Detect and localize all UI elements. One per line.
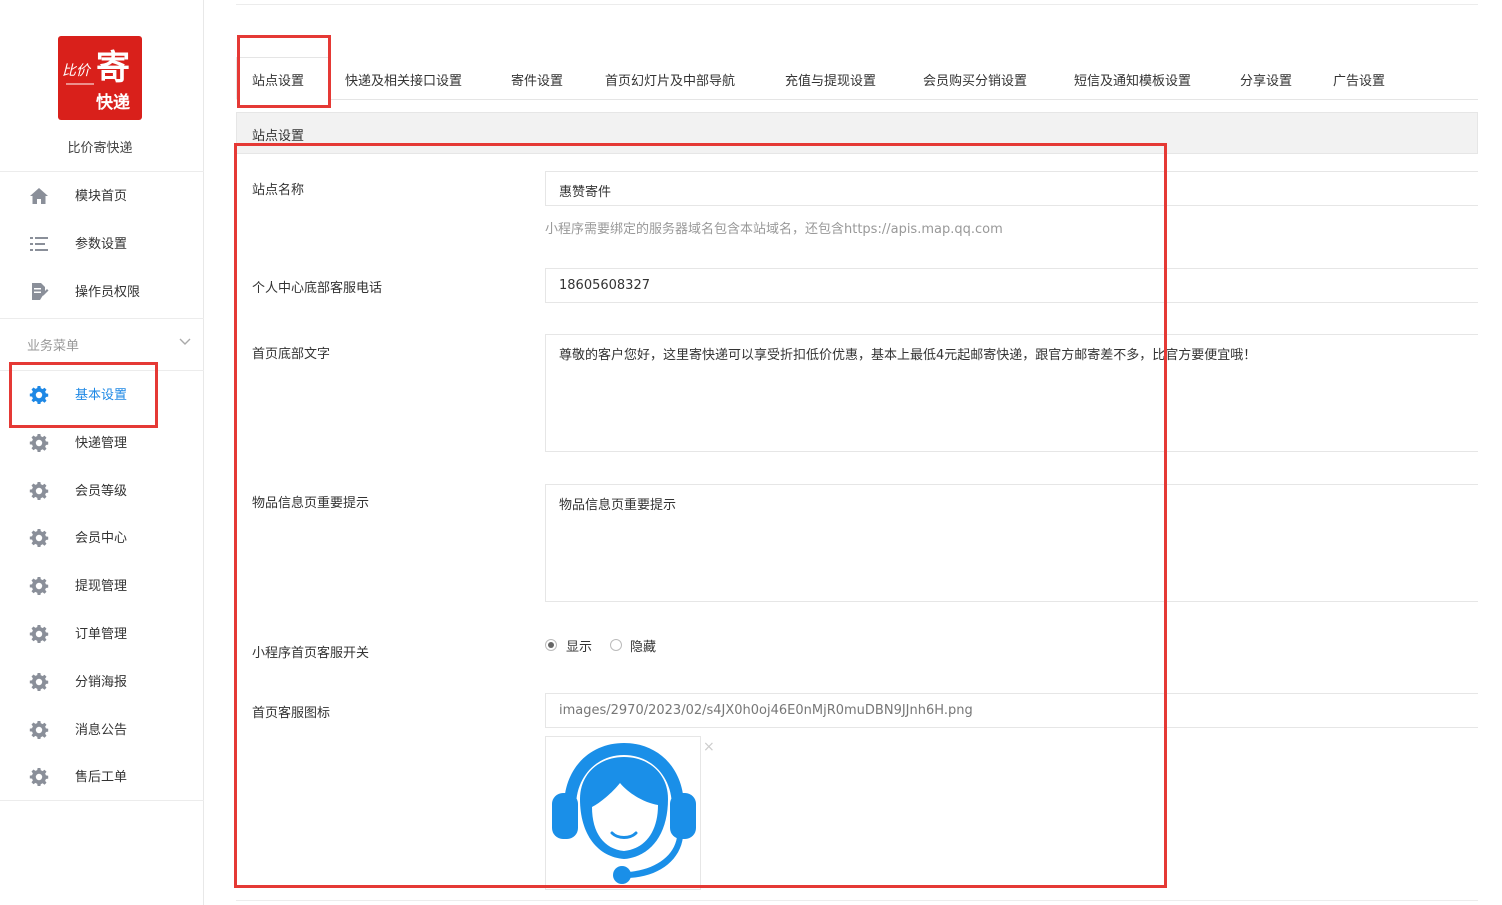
service-icon-preview[interactable]	[545, 736, 701, 890]
site-name-input[interactable]: 惠赞寄件	[545, 171, 1478, 206]
brand-name: 比价寄快递	[67, 141, 133, 156]
service-icon-label: 首页客服图标	[252, 706, 331, 721]
tab-send-settings[interactable]: 寄件设置	[511, 70, 563, 89]
sidebar-item-2[interactable]: 会员等级	[0, 467, 204, 513]
footer-text-label: 首页底部文字	[252, 347, 331, 362]
sidebar-item-operator-permissions[interactable]: 操作员权限	[0, 268, 204, 314]
panel-header: 站点设置	[236, 112, 1478, 154]
service-switch-label: 小程序首页客服开关	[252, 646, 370, 661]
tab-home-slides[interactable]: 首页幻灯片及中部导航	[605, 70, 735, 89]
radio-hide-label[interactable]: 隐藏	[630, 636, 656, 655]
chevron-down-icon[interactable]	[178, 335, 192, 349]
sidebar-item-4[interactable]: 提现管理	[0, 562, 204, 608]
sidebar-item-0[interactable]: 基本设置	[0, 371, 204, 417]
item-tip-label: 物品信息页重要提示	[252, 496, 370, 511]
footer-text-textarea[interactable]: 尊敬的客户您好，这里寄快递可以享受折扣低价优惠，基本上最低4元起邮寄快递，跟官方…	[545, 334, 1478, 452]
item-tip-textarea[interactable]: 物品信息页重要提示	[545, 484, 1478, 602]
tab-sms-templates[interactable]: 短信及通知模板设置	[1074, 70, 1191, 89]
gear-icon	[29, 529, 49, 547]
site-name-help: 小程序需要绑定的服务器域名包含本站域名，还包含https://apis.map.…	[545, 222, 1003, 237]
panel-title: 站点设置	[252, 129, 305, 144]
sidebar-item-params[interactable]: 参数设置	[0, 220, 204, 266]
tab-ad-settings[interactable]: 广告设置	[1333, 70, 1385, 89]
gear-icon	[29, 386, 49, 404]
service-phone-input[interactable]: 18605608327	[545, 268, 1478, 303]
remove-image-icon[interactable]: ×	[703, 739, 715, 755]
radio-hide[interactable]	[610, 639, 622, 651]
tab-share-settings[interactable]: 分享设置	[1240, 70, 1292, 89]
document-edit-icon	[32, 283, 49, 300]
gear-icon	[29, 768, 49, 786]
home-icon	[30, 188, 48, 204]
brand-logo[interactable]: 比价 寄 快递	[58, 36, 142, 120]
sidebar-item-8[interactable]: 售后工单	[0, 753, 204, 799]
sidebar-item-6[interactable]: 分销海报	[0, 658, 204, 704]
list-icon	[30, 237, 48, 251]
settings-tabs: 站点设置 快递及相关接口设置 寄件设置 首页幻灯片及中部导航 充值与提现设置 会…	[236, 57, 1478, 100]
tab-member-distribution[interactable]: 会员购买分销设置	[923, 70, 1027, 89]
brand-area: 比价 寄 快递 比价寄快递	[0, 0, 204, 172]
gear-icon	[29, 721, 49, 739]
service-icon-path-input[interactable]: images/2970/2023/02/s4JX0h0oj46E0nMjR0mu…	[545, 693, 1478, 728]
service-phone-label: 个人中心底部客服电话	[252, 281, 383, 296]
radio-show[interactable]	[545, 639, 557, 651]
gear-icon	[29, 673, 49, 691]
gear-icon	[29, 482, 49, 500]
customer-service-headset-icon	[552, 743, 696, 884]
tab-express-api[interactable]: 快递及相关接口设置	[345, 70, 462, 89]
tab-recharge-withdraw[interactable]: 充值与提现设置	[785, 70, 876, 89]
sidebar-item-3[interactable]: 会员中心	[0, 514, 204, 560]
sidebar: 比价 寄 快递 比价寄快递 模块首页 参数设置 操作员权限 业务菜单 基本设置 …	[0, 0, 204, 905]
gear-icon	[29, 625, 49, 643]
sidebar-item-5[interactable]: 订单管理	[0, 610, 204, 656]
radio-show-label[interactable]: 显示	[566, 636, 592, 655]
sidebar-group-title[interactable]: 业务菜单	[27, 335, 79, 354]
sidebar-item-7[interactable]: 消息公告	[0, 706, 204, 752]
gear-icon	[29, 434, 49, 452]
site-name-label: 站点名称	[252, 183, 305, 198]
sidebar-item-1[interactable]: 快递管理	[0, 419, 204, 465]
sidebar-item-module-home[interactable]: 模块首页	[0, 172, 204, 218]
tab-site-settings[interactable]: 站点设置	[252, 70, 304, 89]
gear-icon	[29, 577, 49, 595]
